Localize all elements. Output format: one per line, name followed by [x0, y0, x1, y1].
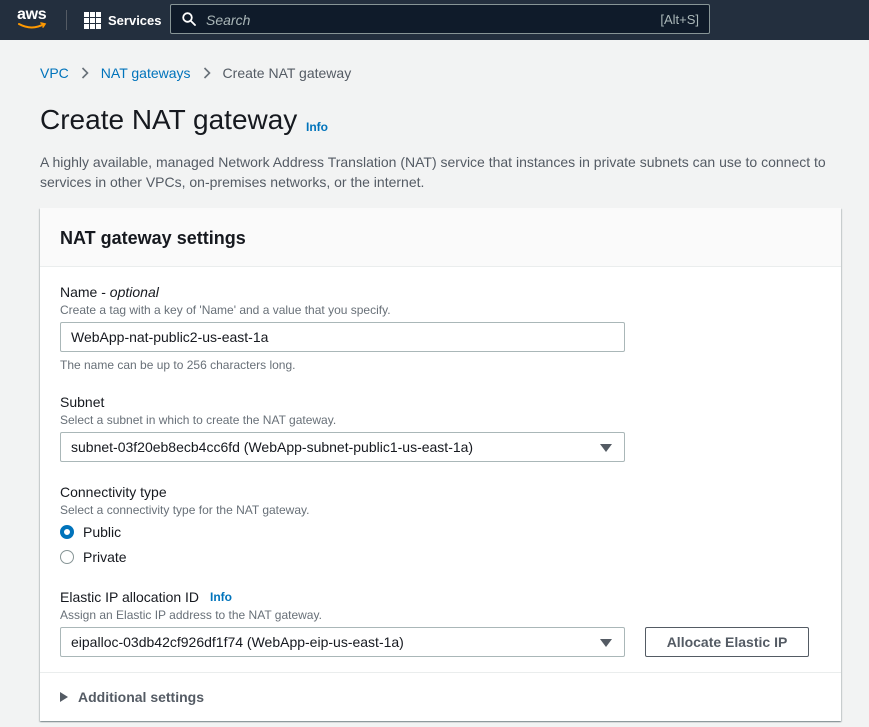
connectivity-public-radio[interactable]: Public	[60, 523, 121, 541]
search-placeholder: Search	[206, 12, 251, 28]
name-field-label: Name - optional	[60, 284, 159, 300]
breadcrumb-nat-gateways-link[interactable]: NAT gateways	[101, 65, 191, 81]
connectivity-private-radio[interactable]: Private	[60, 548, 127, 566]
name-label-optional: optional	[109, 284, 159, 300]
chevron-right-icon	[81, 67, 89, 79]
subnet-label: Subnet	[60, 394, 105, 410]
panel-title: NAT gateway settings	[60, 228, 246, 248]
breadcrumb-vpc-link[interactable]: VPC	[40, 65, 69, 81]
breadcrumb-current: Create NAT gateway	[222, 65, 352, 81]
top-navigation: aws Services Search [Alt+S]	[0, 0, 869, 40]
services-label: Services	[108, 12, 162, 28]
eip-hint: Assign an Elastic IP address to the NAT …	[60, 608, 322, 622]
subnet-hint: Select a subnet in which to create the N…	[60, 413, 337, 427]
panel-header: NAT gateway settings	[40, 208, 841, 267]
name-hint: Create a tag with a key of 'Name' and a …	[60, 303, 391, 317]
search-input[interactable]: Search [Alt+S]	[170, 4, 710, 34]
panel-divider	[40, 672, 841, 673]
radio-unchecked-icon	[60, 550, 74, 564]
services-grid-icon	[84, 11, 101, 29]
caret-down-icon	[600, 444, 612, 452]
search-icon	[182, 12, 196, 26]
connectivity-public-label: Public	[83, 524, 122, 540]
subnet-select-value: subnet-03f20eb8ecb4cc6fd (WebApp-subnet-…	[71, 439, 474, 455]
connectivity-label: Connectivity type	[60, 484, 167, 500]
aws-smile-icon	[18, 22, 47, 29]
nav-divider	[66, 10, 67, 30]
eip-select[interactable]: eipalloc-03db42cf926df1f74 (WebApp-eip-u…	[60, 627, 625, 657]
connectivity-private-label: Private	[83, 549, 127, 565]
additional-settings-toggle[interactable]: Additional settings	[60, 688, 204, 706]
search-shortcut: [Alt+S]	[660, 12, 699, 27]
additional-settings-label: Additional settings	[78, 689, 204, 705]
eip-info-link[interactable]: Info	[210, 590, 232, 604]
services-menu-button[interactable]: Services	[84, 11, 162, 29]
page-info-link[interactable]: Info	[306, 120, 328, 134]
eip-select-value: eipalloc-03db42cf926df1f74 (WebApp-eip-u…	[71, 634, 404, 650]
radio-checked-icon	[60, 525, 74, 539]
aws-logo[interactable]: aws	[17, 6, 51, 33]
caret-right-icon	[60, 692, 68, 702]
name-constraint: The name can be up to 256 characters lon…	[60, 358, 296, 372]
name-input[interactable]: WebApp-nat-public2-us-east-1a	[60, 322, 625, 352]
breadcrumb: VPC NAT gateways Create NAT gateway	[40, 64, 351, 82]
name-label: Name -	[60, 284, 110, 300]
connectivity-hint: Select a connectivity type for the NAT g…	[60, 503, 310, 517]
page-description: A highly available, managed Network Addr…	[40, 154, 826, 190]
page-title: Create NAT gateway	[40, 104, 298, 135]
chevron-right-icon	[203, 67, 211, 79]
eip-label: Elastic IP allocation ID	[60, 589, 200, 605]
caret-down-icon	[600, 639, 612, 647]
allocate-elastic-ip-button[interactable]: Allocate Elastic IP	[645, 627, 809, 657]
nat-gateway-settings-panel: NAT gateway settings Name - optional Cre…	[40, 208, 841, 721]
subnet-select[interactable]: subnet-03f20eb8ecb4cc6fd (WebApp-subnet-…	[60, 432, 625, 462]
